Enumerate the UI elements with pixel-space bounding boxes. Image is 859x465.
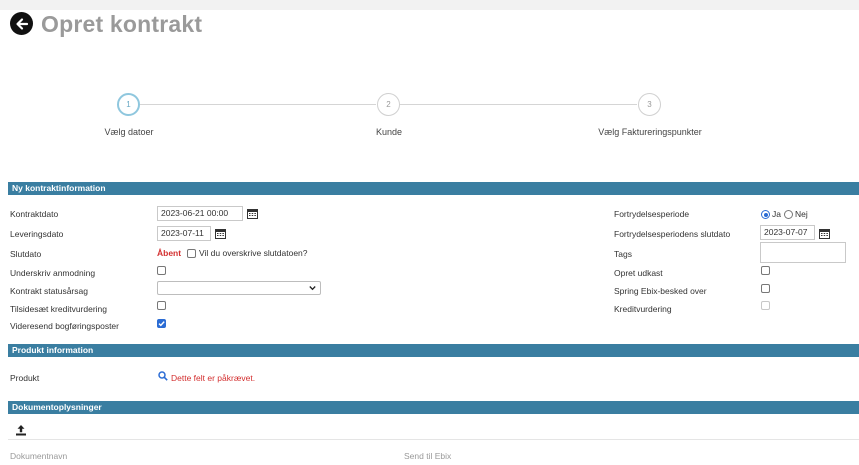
underskriv-checkbox[interactable]	[157, 266, 166, 275]
opret-udkast-label: Opret udkast	[614, 268, 663, 278]
fortrydelse-nej-label: Nej	[795, 209, 808, 219]
statusarsag-select[interactable]	[157, 281, 321, 295]
step-number: 1	[126, 100, 131, 109]
kontraktdato-label: Kontraktdato	[10, 209, 59, 219]
statusarsag-label: Kontrakt statusårsag	[10, 286, 88, 296]
fortrydelse-slutdato-input[interactable]: 2023-07-07	[760, 225, 815, 240]
section-header-contract: Ny kontraktinformation	[8, 182, 859, 195]
spring-ebix-label: Spring Ebix-besked over	[614, 286, 707, 296]
overskriv-slutdato-label: Vil du overskrive slutdatoen?	[199, 248, 308, 258]
section-header-product: Produkt information	[8, 344, 859, 357]
top-band	[0, 0, 859, 10]
step-3-label: Vælg Faktureringspunkter	[598, 127, 702, 137]
fortrydelse-ja-label: Ja	[772, 209, 781, 219]
videresend-checkbox[interactable]	[157, 319, 166, 328]
upload-icon[interactable]	[15, 424, 27, 436]
fortrydelse-ja-radio[interactable]	[761, 210, 770, 219]
opret-udkast-checkbox[interactable]	[761, 266, 770, 275]
fortrydelse-label: Fortrydelsesperiode	[614, 209, 690, 219]
search-icon[interactable]	[158, 371, 168, 381]
produkt-required-message: Dette felt er påkrævet.	[171, 373, 256, 383]
calendar-icon[interactable]	[819, 228, 830, 239]
kreditvurdering-label: Kreditvurdering	[614, 304, 672, 314]
checkmark-icon	[158, 321, 165, 327]
overskriv-slutdato-checkbox[interactable]	[187, 249, 196, 258]
divider	[8, 439, 859, 440]
step-2-circle[interactable]: 2	[377, 93, 400, 116]
step-2-label: Kunde	[375, 127, 403, 137]
fortrydelse-slutdato-label: Fortrydelsesperiodens slutdato	[614, 229, 731, 239]
step-number: 2	[386, 100, 391, 109]
page-title: Opret kontrakt	[41, 11, 203, 37]
step-1-label: Vælg datoer	[104, 127, 154, 137]
tilsidesaet-checkbox[interactable]	[157, 301, 166, 310]
stepper-connector	[400, 104, 637, 105]
kontraktdato-input[interactable]: 2023-06-21 00:00	[157, 206, 243, 221]
column-header-dokumentnavn[interactable]: Dokumentnavn	[10, 451, 67, 461]
videresend-label: Videresend bogføringsposter	[10, 321, 119, 331]
kreditvurdering-checkbox	[761, 301, 770, 310]
step-number: 3	[647, 100, 652, 109]
step-1-circle[interactable]: 1	[117, 93, 140, 116]
chevron-down-icon	[309, 286, 316, 291]
step-3-circle[interactable]: 3	[638, 93, 661, 116]
calendar-icon[interactable]	[247, 208, 258, 219]
back-button[interactable]	[10, 12, 33, 35]
column-header-send-til-ebix[interactable]: Send til Ebix	[404, 451, 451, 461]
section-header-documents: Dokumentoplysninger	[8, 401, 859, 414]
tags-label: Tags	[614, 249, 632, 259]
calendar-icon[interactable]	[215, 228, 226, 239]
tilsidesaet-label: Tilsidesæt kreditvurdering	[10, 304, 107, 314]
tags-input[interactable]	[760, 242, 846, 263]
leveringsdato-label: Leveringsdato	[10, 229, 64, 239]
slutdato-value: Åbent	[157, 248, 182, 258]
arrow-left-icon	[15, 17, 28, 30]
fortrydelse-nej-radio[interactable]	[784, 210, 793, 219]
stepper-connector	[140, 104, 376, 105]
leveringsdato-input[interactable]: 2023-07-11	[157, 226, 211, 241]
produkt-label: Produkt	[10, 373, 40, 383]
underskriv-label: Underskriv anmodning	[10, 268, 96, 278]
slutdato-label: Slutdato	[10, 249, 42, 259]
spring-ebix-checkbox[interactable]	[761, 284, 770, 293]
